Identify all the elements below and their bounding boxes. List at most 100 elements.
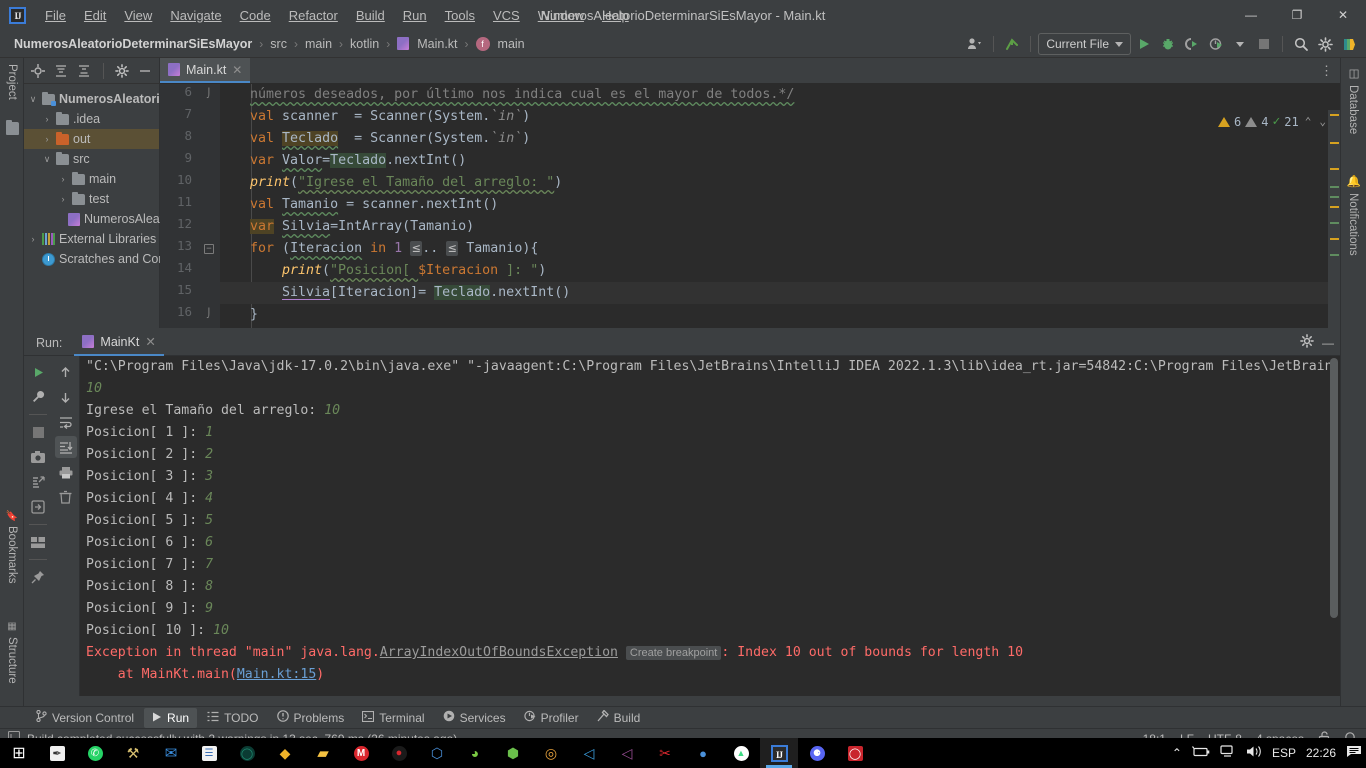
intellij-logo-icon[interactable]: IJ [9,6,26,24]
tree-node-external-libraries[interactable]: › External Libraries [24,229,159,249]
layout-icon[interactable] [27,531,49,553]
chevron-right-icon[interactable]: › [58,194,68,204]
network-icon[interactable] [1220,745,1236,761]
profiler-button[interactable] [1205,33,1227,55]
error-stripe-marker-bar[interactable] [1328,110,1340,328]
maximize-button[interactable]: ❐ [1274,0,1320,30]
tree-node-project-root[interactable]: ∨ NumerosAleatori [24,89,160,109]
minimize-button[interactable]: — [1228,0,1274,30]
previous-problem-icon[interactable]: ⌃ [1303,115,1314,128]
visual-studio-icon[interactable]: ◁ [608,738,646,768]
settings-gear-icon[interactable] [113,61,132,81]
editor-tab-main-kt[interactable]: Main.kt ✕ [160,58,251,83]
run-tab-mainkt[interactable]: MainKt ✕ [74,330,164,356]
breadcrumb-mainkt[interactable]: Main.kt [413,35,461,53]
language-indicator[interactable]: ESP [1272,746,1296,760]
stripe-mark-typo[interactable] [1330,186,1339,188]
console-scrollbar[interactable] [1330,358,1338,618]
updates-arrow-icon[interactable] [1001,33,1023,55]
start-button[interactable]: ⊞ [0,738,38,768]
opera-icon[interactable]: ◯ [836,738,874,768]
mail-icon[interactable]: ✉ [152,738,190,768]
debug-button[interactable] [1157,33,1179,55]
notifications-icon[interactable] [1346,745,1362,761]
settings-gear-icon[interactable] [1300,334,1314,351]
tree-node-kotlin-file[interactable]: NumerosAleat [24,209,163,229]
menu-item-edit[interactable]: Edit [75,4,115,27]
clear-all-icon[interactable] [55,486,77,508]
whatsapp-icon[interactable]: ✆ [76,738,114,768]
bottom-tab-terminal[interactable]: Terminal [354,708,432,728]
bottom-tab-run[interactable]: Run [144,707,198,728]
menu-item-refactor[interactable]: Refactor [280,4,347,27]
box-icon[interactable]: ⬢ [494,738,532,768]
mega-icon[interactable]: M [342,738,380,768]
breadcrumb-function-main[interactable]: main [494,35,529,53]
hide-panel-icon[interactable] [136,61,155,81]
sidebar-tab-notifications[interactable]: 🔔 Notifications [1340,168,1366,262]
tree-node-scratches[interactable]: Scratches and Cor [24,249,163,269]
globe-icon[interactable]: ◕ [456,738,494,768]
camera-icon[interactable] [27,446,49,468]
chevron-right-icon[interactable]: › [28,234,38,244]
editor-tabs-more-icon[interactable]: ⋮ [1320,63,1334,79]
search-icon[interactable] [1290,33,1312,55]
run-with-coverage-button[interactable] [1181,33,1203,55]
dump-threads-icon[interactable] [27,471,49,493]
bottom-tab-version-control[interactable]: Version Control [28,708,142,728]
chevron-down-icon[interactable] [1229,33,1251,55]
fold-collapse-icon[interactable]: − [204,244,214,254]
menu-item-build[interactable]: Build [347,4,394,27]
breadcrumb-kotlin[interactable]: kotlin [346,35,383,53]
close-button[interactable]: ✕ [1320,0,1366,30]
discord-icon[interactable]: ⚈ [798,738,836,768]
scroll-down-icon[interactable] [55,386,77,408]
create-breakpoint-badge[interactable]: Create breakpoint [625,646,722,660]
stripe-mark-typo[interactable] [1330,222,1339,224]
expand-all-icon[interactable] [51,61,70,81]
clock[interactable]: 22:26 [1306,746,1336,760]
restore-layout-icon[interactable] [27,496,49,518]
sidebar-tab-project[interactable]: Project [0,58,24,106]
chevron-right-icon[interactable]: › [58,174,68,184]
inspection-widget[interactable]: 6 4 ✓ 21 ⌃ ⌄ [1218,114,1328,129]
breadcrumb-project[interactable]: NumerosAleatorioDeterminarSiEsMayor [10,35,256,53]
fold-end-icon[interactable]: ⌡ [204,310,214,320]
tray-expand-icon[interactable]: ⌃ [1172,746,1182,760]
sidebar-tab-structure[interactable]: ▦ Structure [0,615,24,690]
opera-gx-icon[interactable]: ◯ [228,738,266,768]
firefox-icon[interactable]: ◎ [532,738,570,768]
stripe-mark-warning[interactable] [1330,206,1339,208]
close-icon[interactable]: ✕ [145,334,155,349]
run-button[interactable] [1133,33,1155,55]
bottom-tab-services[interactable]: Services [435,708,514,728]
tools-icon[interactable]: ⚒ [114,738,152,768]
scroll-up-icon[interactable] [55,361,77,383]
close-icon[interactable]: ✕ [232,63,242,77]
menu-item-view[interactable]: View [115,4,161,27]
menu-item-vcs[interactable]: VCS [484,4,529,27]
settings-gear-icon[interactable] [1314,33,1336,55]
bottom-tab-build[interactable]: Build [589,708,649,728]
wrench-icon[interactable] [27,386,49,408]
stripe-mark-warning[interactable] [1330,238,1339,240]
tree-node-test[interactable]: › test [24,189,159,209]
sidebar-tab-bookmarks[interactable]: 🔖 Bookmarks [0,503,24,590]
tree-node-out[interactable]: › out [24,129,159,149]
chevron-right-icon[interactable]: › [42,114,52,124]
android-studio-icon[interactable]: ▲ [722,738,760,768]
stripe-mark-warning[interactable] [1330,114,1339,116]
snip-tool-icon[interactable]: ✂ [646,738,684,768]
menu-item-file[interactable]: File [36,4,75,27]
run-configuration-selector[interactable]: Current File [1038,33,1131,55]
console-output[interactable]: "C:\Program Files\Java\jdk-17.0.2\bin\ja… [80,356,1340,696]
recorder-icon[interactable]: ● [380,738,418,768]
tree-node-main[interactable]: › main [24,169,159,189]
print-icon[interactable] [55,461,77,483]
file-explorer-icon[interactable]: ▰ [304,738,342,768]
volume-icon[interactable] [1246,745,1262,761]
stop-icon[interactable] [27,421,49,443]
hide-panel-icon[interactable]: — [1322,336,1334,350]
bottom-tab-profiler[interactable]: Profiler [516,708,587,728]
sidebar-tab-database[interactable]: ◫ Database [1340,60,1366,140]
